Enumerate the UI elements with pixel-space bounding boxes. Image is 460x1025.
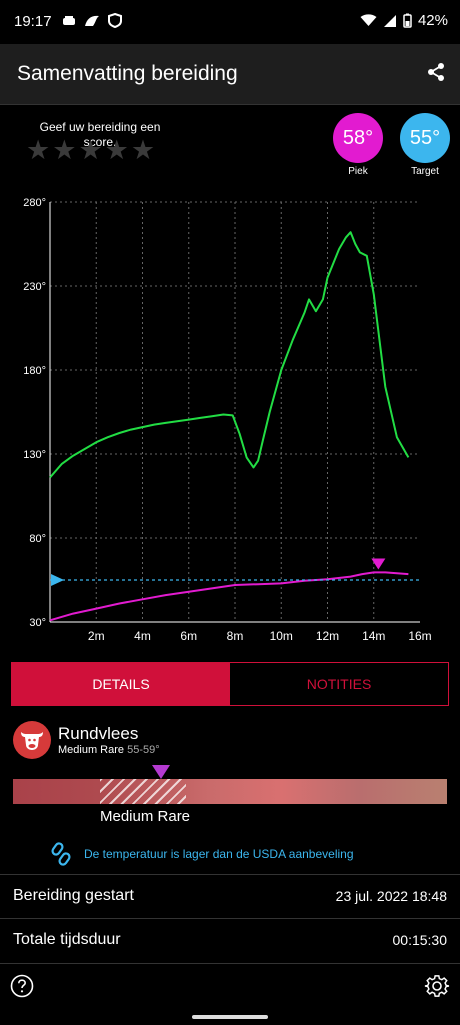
internal-temp-line xyxy=(49,571,409,622)
signal-icon xyxy=(383,14,396,27)
doneness-marker xyxy=(151,765,170,779)
info-label: Totale tijdsduur xyxy=(13,931,121,948)
status-bar: 19:17 42% xyxy=(0,0,460,44)
status-time: 19:17 xyxy=(14,13,52,30)
gear-icon[interactable] xyxy=(424,973,450,999)
star-icon[interactable]: ★ xyxy=(26,137,50,164)
shield-icon xyxy=(108,13,122,28)
y-tick-label: 180° xyxy=(23,365,46,377)
x-tick-label: 14m xyxy=(362,629,385,643)
x-tick-label: 6m xyxy=(180,629,197,643)
x-tick-label: 10m xyxy=(270,629,293,643)
y-tick-label: 280° xyxy=(23,197,46,209)
y-tick-label: 230° xyxy=(23,281,46,293)
target-temp-label: Target xyxy=(411,166,439,177)
x-tick-label: 8m xyxy=(227,629,244,643)
page-title: Samenvatting bereiding xyxy=(17,62,238,85)
info-value: 00:15:30 xyxy=(392,932,448,948)
meat-avatar xyxy=(13,721,51,759)
battery-percent: 42% xyxy=(417,12,448,29)
target-marker xyxy=(51,574,64,586)
x-tick-label: 16m xyxy=(408,629,431,643)
usda-notice[interactable]: De temperatuur is lager dan de USDA aanb… xyxy=(50,842,354,866)
info-value: 23 jul. 2022 18:48 xyxy=(335,888,447,904)
meat-doneness: Medium Rare 55-59° xyxy=(58,744,160,756)
peak-temp-value: 58° xyxy=(342,126,374,149)
doneness-range: 55-59° xyxy=(127,744,160,756)
peak-temp-label: Piek xyxy=(348,166,368,177)
ambient-temp-line xyxy=(49,231,410,479)
star-icon[interactable]: ★ xyxy=(131,137,155,164)
tab-notities[interactable]: NOTITIES xyxy=(230,663,448,705)
star-icon[interactable]: ★ xyxy=(105,137,129,164)
x-tick-label: 4m xyxy=(134,629,151,643)
temperature-chart: 280° 230° 180° 130° 80° 30° 2m 4m 6m 8m 10m 12m 14m 1… xyxy=(23,197,431,643)
info-row-duration: Totale tijdsduur 00:15:30 xyxy=(0,918,460,963)
star-icon[interactable]: ★ xyxy=(78,137,102,164)
y-tick-label: 130° xyxy=(23,449,46,461)
app-bar: Samenvatting bereiding xyxy=(0,44,460,105)
y-tick-label: 30° xyxy=(29,617,46,629)
battery-icon xyxy=(403,13,412,28)
tab-bar: DETAILS NOTITIES xyxy=(11,662,449,706)
usda-text: De temperatuur is lager dan de USDA aanb… xyxy=(84,847,354,861)
y-tick-label: 80° xyxy=(29,533,46,545)
home-indicator[interactable] xyxy=(192,1015,268,1019)
app-icon xyxy=(85,15,99,26)
status-notification-icons xyxy=(62,13,122,28)
x-tick-label: 12m xyxy=(316,629,339,643)
wifi-icon xyxy=(360,14,377,26)
doneness-label: Medium Rare xyxy=(58,744,125,756)
x-tick-label: 2m xyxy=(88,629,105,643)
help-icon[interactable] xyxy=(10,974,34,998)
info-label: Bereiding gestart xyxy=(13,887,134,904)
star-icon[interactable]: ★ xyxy=(52,137,76,164)
peak-temp-badge: 58° xyxy=(333,113,383,163)
doneness-highlight xyxy=(100,779,186,804)
tab-details[interactable]: DETAILS xyxy=(12,663,230,705)
target-temp-badge: 55° xyxy=(400,113,450,163)
info-row-started: Bereiding gestart 23 jul. 2022 18:48 xyxy=(0,874,460,919)
status-right: 42% xyxy=(360,12,448,29)
target-temp-value: 55° xyxy=(409,126,441,149)
share-icon[interactable] xyxy=(426,62,446,82)
cow-icon xyxy=(21,732,43,750)
doneness-bar-label: Medium Rare xyxy=(100,808,191,825)
doneness-bar xyxy=(13,779,447,804)
link-icon xyxy=(51,842,71,866)
star-rating[interactable]: ★ ★ ★ ★ ★ xyxy=(26,137,155,164)
notification-icon xyxy=(63,15,75,25)
meat-name: Rundvlees xyxy=(58,724,139,743)
